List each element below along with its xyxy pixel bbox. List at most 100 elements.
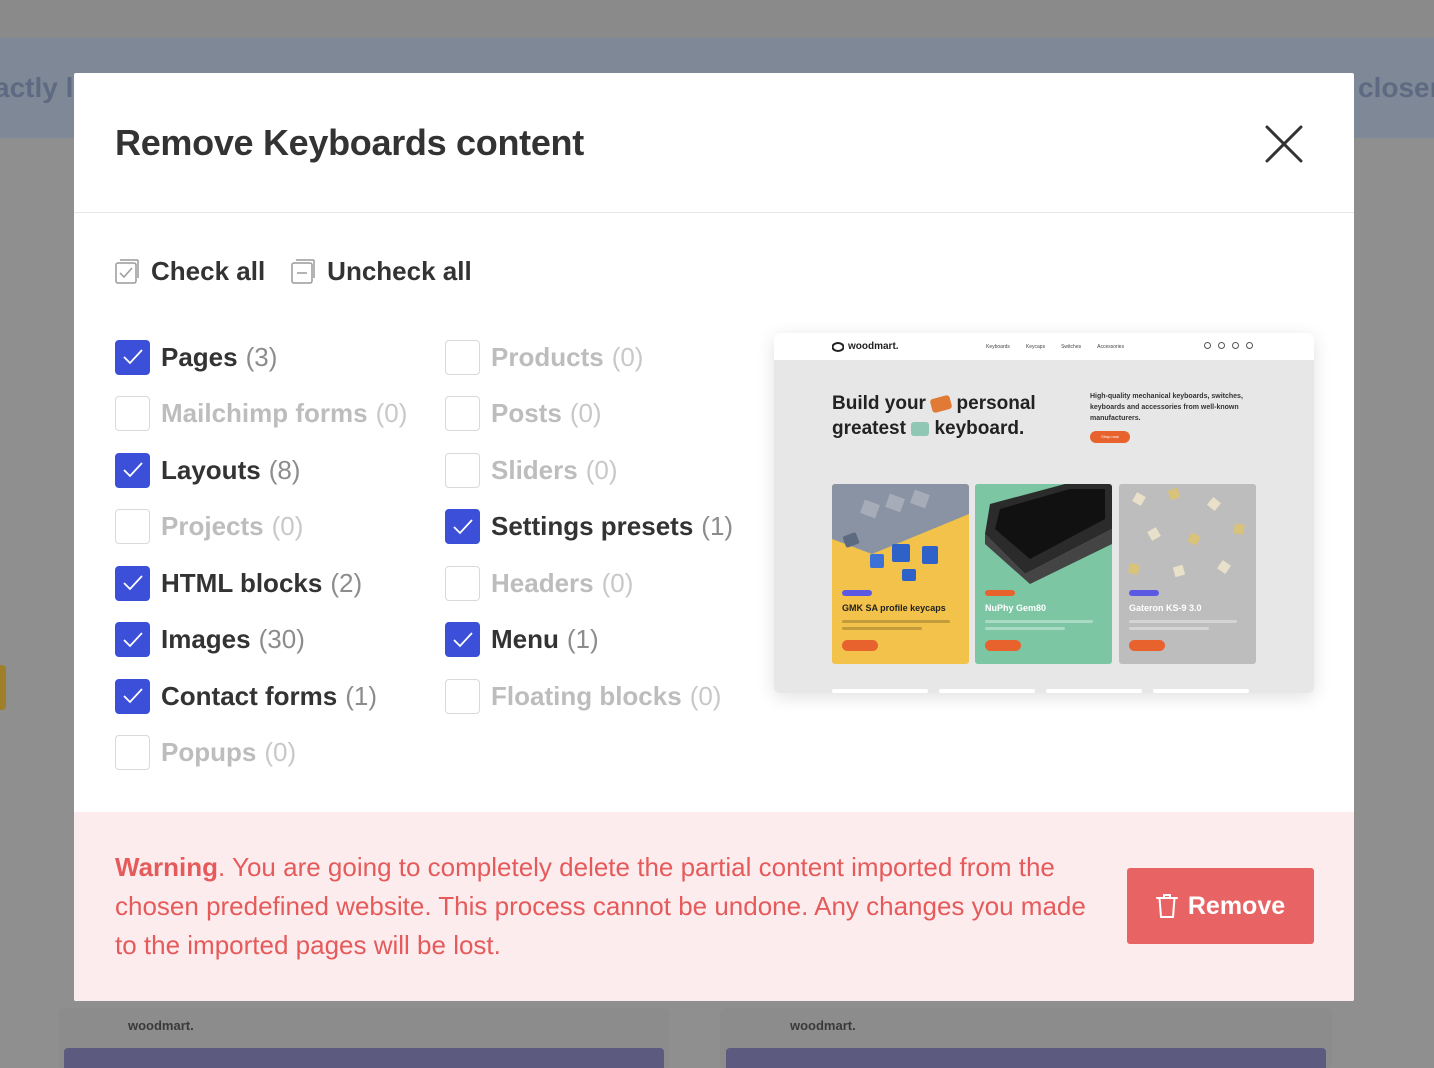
check-all-button[interactable]: Check all — [115, 256, 265, 287]
checkbox-box[interactable] — [115, 509, 150, 545]
option-count: (30) — [258, 624, 305, 655]
checkbox-box[interactable] — [445, 622, 480, 658]
checkmark-icon — [122, 688, 143, 704]
bulk-actions: Check all Uncheck all — [115, 256, 498, 287]
search-icon — [1204, 342, 1211, 349]
checkmark-icon — [122, 632, 143, 648]
option-label: Headers — [491, 567, 594, 598]
option-count: (0) — [585, 454, 618, 485]
checkbox-box[interactable] — [115, 735, 150, 771]
background-card: woodmart. — [58, 1008, 670, 1068]
background-card-logo: woodmart. — [128, 1018, 194, 1033]
checkbox-box[interactable] — [445, 678, 480, 714]
remove-content-modal: Remove Keyboards content Check all Unche… — [74, 73, 1354, 1001]
checkbox-mailchimp-forms[interactable]: Mailchimp forms (0) — [115, 386, 407, 443]
check-all-icon — [115, 258, 139, 284]
background-topbar — [0, 0, 1434, 38]
checkmark-icon — [452, 519, 473, 535]
site-preview-image: woodmart. Keyboards Keycaps Switches Acc… — [774, 333, 1314, 693]
close-button[interactable] — [1263, 123, 1305, 165]
checkbox-headers[interactable]: Headers (0) — [445, 555, 733, 612]
uncheck-all-label: Uncheck all — [327, 256, 472, 286]
option-label: HTML blocks — [161, 567, 323, 598]
modal-header: Remove Keyboards content — [74, 73, 1354, 213]
background-right-text: closer — [1358, 72, 1434, 103]
checkbox-box[interactable] — [115, 678, 150, 714]
checkbox-popups[interactable]: Popups (0) — [115, 725, 407, 782]
checkbox-box[interactable] — [445, 339, 480, 375]
checkbox-posts[interactable]: Posts (0) — [445, 386, 733, 443]
warning-label: Warning — [115, 852, 219, 882]
preview-description: High-quality mechanical keyboards, switc… — [1090, 393, 1243, 422]
checkbox-products[interactable]: Products (0) — [445, 329, 733, 386]
switches-image — [1119, 484, 1256, 584]
woodmart-logo-icon — [832, 341, 844, 352]
remove-label: Remove — [1187, 891, 1286, 920]
close-icon — [1265, 125, 1303, 163]
checkbox-box[interactable] — [115, 396, 150, 432]
option-label: Floating blocks — [491, 680, 682, 711]
checkbox-box[interactable] — [115, 565, 150, 601]
checkbox-pages[interactable]: Pages (3) — [115, 329, 407, 386]
keyboard-image — [975, 484, 1112, 584]
check-all-label: Check all — [151, 256, 266, 286]
checkbox-contact-forms[interactable]: Contact forms (1) — [115, 668, 407, 725]
checkbox-html-blocks[interactable]: HTML blocks (2) — [115, 555, 407, 612]
preview-logo: woodmart. — [832, 341, 899, 352]
checkbox-settings-presets[interactable]: Settings presets (1) — [445, 499, 733, 556]
option-count: (3) — [245, 341, 278, 372]
modal-title: Remove Keyboards content — [115, 122, 584, 163]
checkbox-box[interactable] — [445, 396, 480, 432]
option-label: Pages — [161, 341, 238, 372]
preview-hero-title: Build your personal greatest keyboard. — [832, 393, 1036, 439]
option-count: (0) — [601, 567, 634, 598]
option-label: Products — [491, 341, 604, 372]
modal-footer: Warning. You are going to completely del… — [74, 812, 1354, 1001]
checkmark-icon — [122, 349, 143, 365]
option-count: (0) — [569, 398, 602, 429]
checkbox-layouts[interactable]: Layouts (8) — [115, 442, 407, 499]
user-icon — [1218, 342, 1225, 349]
option-count: (0) — [271, 511, 304, 542]
option-count: (0) — [264, 737, 297, 768]
option-label: Popups — [161, 737, 257, 768]
checkbox-box[interactable] — [445, 452, 480, 488]
checkbox-menu[interactable]: Menu (1) — [445, 612, 733, 669]
checkbox-box[interactable] — [115, 452, 150, 488]
checkbox-images[interactable]: Images (30) — [115, 612, 407, 669]
preview-nav-links: Keyboards Keycaps Switches Accessories — [986, 344, 1125, 350]
option-label: Settings presets — [491, 511, 694, 542]
wishlist-icon — [1232, 342, 1239, 349]
remove-button[interactable]: Remove — [1127, 868, 1314, 944]
checkbox-floating-blocks[interactable]: Floating blocks (0) — [445, 668, 733, 725]
option-count: (0) — [611, 341, 644, 372]
background-yellow-tab — [0, 665, 6, 710]
checkbox-sliders[interactable]: Sliders (0) — [445, 442, 733, 499]
checkbox-box[interactable] — [115, 622, 150, 658]
background-card-logo: woodmart. — [790, 1018, 856, 1033]
cart-icon — [1246, 342, 1253, 349]
option-count: (1) — [345, 680, 378, 711]
checkmark-icon — [122, 462, 143, 478]
preview-card: Gateron KS-9 3.0 — [1119, 484, 1256, 664]
option-label: Images — [161, 624, 251, 655]
uncheck-all-icon — [291, 258, 315, 284]
option-label: Mailchimp forms — [161, 398, 368, 429]
option-count: (0) — [689, 680, 722, 711]
option-label: Sliders — [491, 454, 578, 485]
checkbox-box[interactable] — [445, 565, 480, 601]
option-count: (0) — [375, 398, 408, 429]
uncheck-all-button[interactable]: Uncheck all — [291, 256, 472, 287]
checkbox-projects[interactable]: Projects (0) — [115, 499, 407, 556]
option-label: Posts — [491, 398, 562, 429]
option-label: Contact forms — [161, 680, 338, 711]
option-count: (2) — [330, 567, 363, 598]
checkmark-icon — [452, 632, 473, 648]
options-column-right: Products (0) Posts (0) Sliders (0) Settings pr… — [445, 329, 733, 725]
option-count: (1) — [701, 511, 734, 542]
preview-shop-button: Shop now — [1090, 431, 1130, 443]
keycap-green-icon — [911, 421, 930, 436]
option-count: (1) — [566, 624, 599, 655]
checkbox-box[interactable] — [445, 509, 480, 545]
checkbox-box[interactable] — [115, 339, 150, 375]
